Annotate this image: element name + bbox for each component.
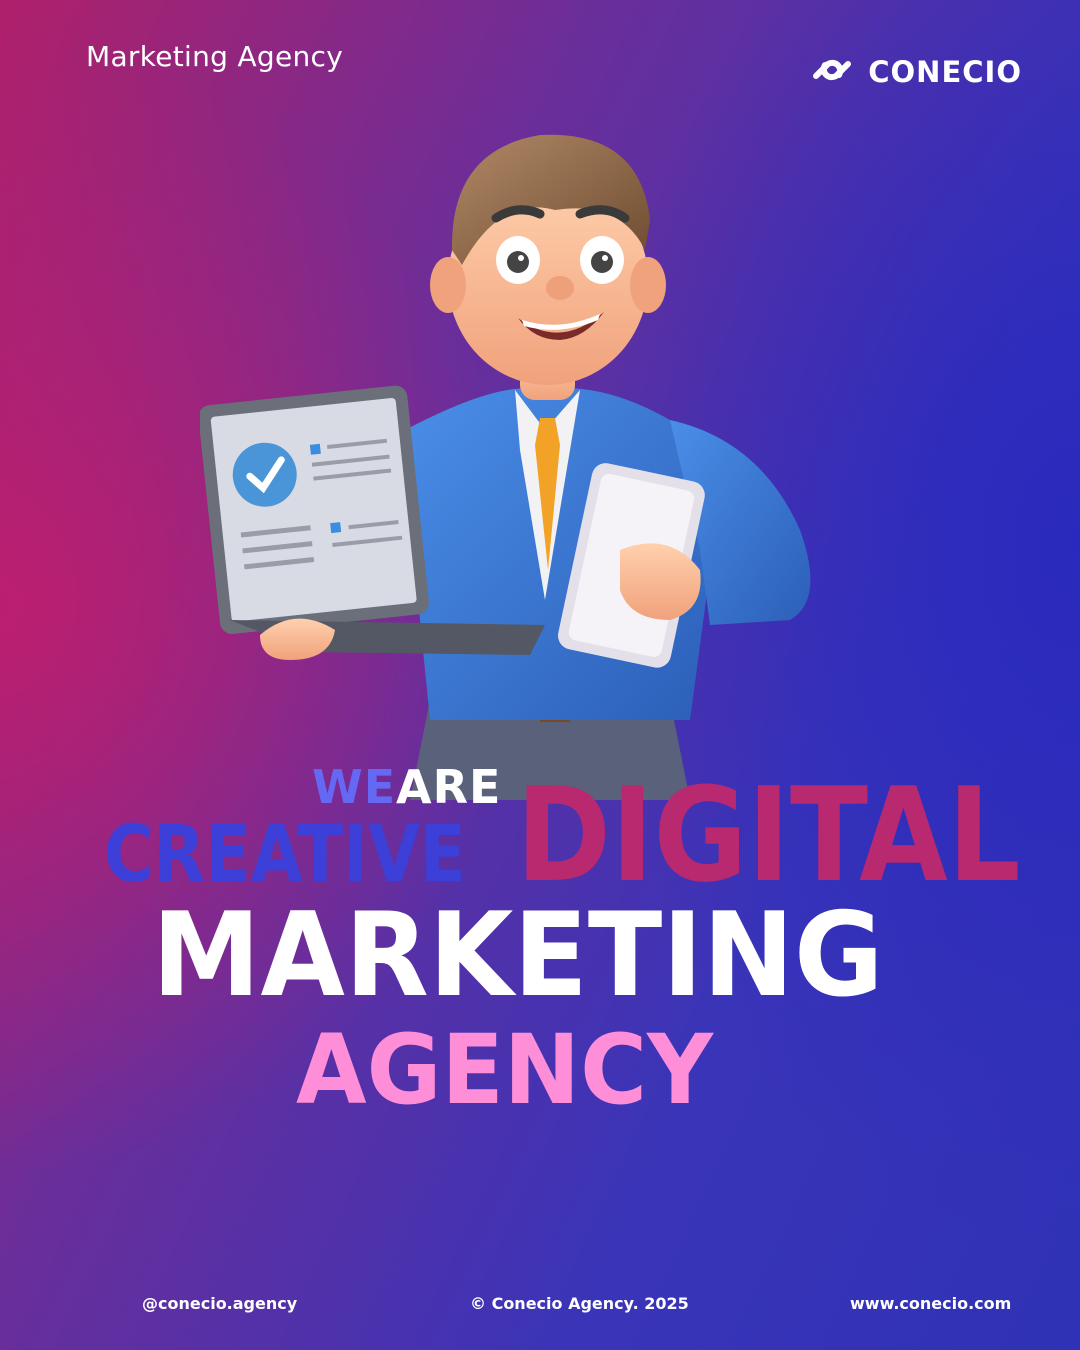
website-link[interactable]: www.conecio.com [850, 1294, 1011, 1313]
businessman-illustration [198, 100, 840, 800]
headline-agency: AGENCY [296, 1014, 714, 1126]
chain-link-icon [808, 52, 856, 92]
headline-creative: CREATIVE [104, 810, 466, 900]
copyright-text: © Conecio Agency. 2025 [470, 1294, 689, 1313]
brand-logo[interactable]: CONECIO [808, 52, 1022, 92]
top-label: Marketing Agency [86, 40, 344, 73]
headline-marketing: MARKETING [152, 888, 884, 1023]
brand-name: CONECIO [868, 55, 1022, 89]
social-handle[interactable]: @conecio.agency [142, 1294, 297, 1313]
